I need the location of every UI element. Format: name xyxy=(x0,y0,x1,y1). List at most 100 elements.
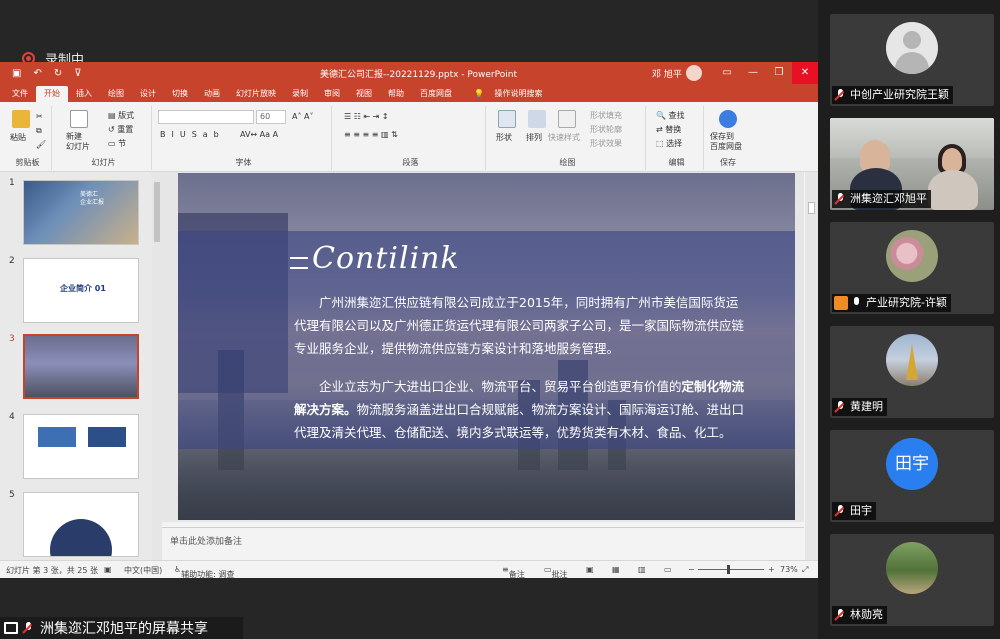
find-button[interactable]: 🔍 查找 xyxy=(656,110,685,121)
person-body xyxy=(928,170,978,210)
accessibility-status[interactable]: ♿ 辅助功能: 调查 xyxy=(174,565,234,579)
tab-view[interactable]: 视图 xyxy=(348,86,380,102)
tab-animations[interactable]: 动画 xyxy=(196,86,228,102)
maximize-icon[interactable]: ❐ xyxy=(766,62,792,84)
slideshow-view-icon[interactable]: ▭ xyxy=(664,565,672,574)
quick-access-toolbar: ▣ ↶ ↻ ⊽ xyxy=(0,68,82,79)
document-title: 美德汇公司汇报--20221129.pptx - PowerPoint xyxy=(320,70,517,80)
participant-tile[interactable]: 中创产业研究院王颖 xyxy=(830,14,994,106)
shapes-button[interactable]: 形状 xyxy=(496,132,512,143)
comments-toggle[interactable]: ▭ 批注 xyxy=(544,565,568,579)
tab-file[interactable]: 文件 xyxy=(4,86,36,102)
quick-style-button[interactable]: 快速样式 xyxy=(548,132,580,143)
language-status[interactable]: 中文(中国) xyxy=(124,565,162,576)
tab-baidu[interactable]: 百度网盘 xyxy=(412,86,460,102)
save-to-baidu-button[interactable]: 保存到 百度网盘 xyxy=(710,132,742,152)
notes-placeholder: 单击此处添加备注 xyxy=(170,537,243,547)
tab-draw[interactable]: 绘图 xyxy=(100,86,132,102)
shapes-icon[interactable] xyxy=(498,110,516,128)
font-style-buttons[interactable]: BIUSab xyxy=(160,130,225,139)
slide-thumbnail-selected[interactable] xyxy=(23,334,139,399)
list-icons[interactable]: ☰ ☷ ⇤ ⇥ ↕ xyxy=(344,112,389,121)
customize-icon[interactable]: ⊽ xyxy=(74,68,81,79)
save-group: 保存到 百度网盘 保存 xyxy=(708,106,748,170)
tab-design[interactable]: 设计 xyxy=(132,86,164,102)
undo-icon[interactable]: ↶ xyxy=(33,68,41,79)
paste-button[interactable]: 粘贴 xyxy=(10,132,26,143)
notes-toggle[interactable]: ≡ 备注 xyxy=(502,565,525,579)
zoom-in-icon[interactable]: + xyxy=(768,565,775,574)
section-button[interactable]: ▭ 节 xyxy=(108,138,126,149)
baidu-cloud-icon[interactable] xyxy=(719,110,737,128)
save-icon[interactable]: ▣ xyxy=(12,68,21,79)
zoom-slider-thumb[interactable] xyxy=(727,565,730,574)
tab-slideshow[interactable]: 幻灯片放映 xyxy=(228,86,284,102)
section-label: 节 xyxy=(118,139,127,148)
shape-outline-button[interactable]: 形状轮廓 xyxy=(590,124,622,135)
zoom-slider[interactable] xyxy=(698,569,764,570)
tab-insert[interactable]: 插入 xyxy=(68,86,100,102)
scroll-thumb[interactable] xyxy=(808,202,815,214)
minimize-icon[interactable]: — xyxy=(740,62,766,84)
meeting-window: 录制中 ▣ ↶ ↻ ⊽ 美德汇公司汇报--20221129.pptx - Pow… xyxy=(0,0,1000,639)
normal-view-icon[interactable]: ▣ xyxy=(586,565,594,574)
slide-thumbnail[interactable]: 企业简介 01 xyxy=(23,258,139,323)
save-label: 保存 xyxy=(720,158,736,167)
current-slide[interactable]: Contilink 广州洲集迩汇供应链有限公司成立于2015年，同时拥有广州市美… xyxy=(178,173,795,520)
participant-tile[interactable]: 黄建明 xyxy=(830,326,994,418)
shape-fill-button[interactable]: 形状填充 xyxy=(590,110,622,121)
arrange-button[interactable]: 排列 xyxy=(526,132,542,143)
tab-review[interactable]: 审阅 xyxy=(316,86,348,102)
tab-transitions[interactable]: 切换 xyxy=(164,86,196,102)
new-slide-icon[interactable] xyxy=(70,110,88,128)
sorter-view-icon[interactable]: ▦ xyxy=(612,565,620,574)
shape-effect-button[interactable]: 形状效果 xyxy=(590,138,622,149)
thumbnails-scrollbar[interactable] xyxy=(152,172,162,560)
spellcheck-icon[interactable]: ▣ xyxy=(104,565,112,574)
slide-thumbnail[interactable] xyxy=(23,414,139,479)
grow-font-icon[interactable]: A˄ A˅ xyxy=(292,112,314,121)
new-slide-button[interactable]: 新建 幻灯片 xyxy=(66,132,90,152)
paste-icon[interactable] xyxy=(12,110,30,128)
participant-tile[interactable]: 洲集迩汇邓旭平 xyxy=(830,118,994,210)
signed-in-user[interactable]: 邓 旭平 xyxy=(652,67,682,80)
slide-thumbnail[interactable]: 美德汇 企业汇报 xyxy=(23,180,139,245)
layout-button[interactable]: ▤ 版式 xyxy=(108,110,134,121)
editor-scrollbar[interactable] xyxy=(805,172,818,560)
scroll-thumb[interactable] xyxy=(154,182,160,242)
tab-home[interactable]: 开始 xyxy=(36,86,68,102)
format-painter-icon[interactable]: 🖌 xyxy=(36,140,46,149)
thumb-caption: 企业简介 01 xyxy=(60,284,106,293)
tab-record[interactable]: 录制 xyxy=(284,86,316,102)
user-avatar[interactable] xyxy=(686,65,702,81)
font-name-field[interactable] xyxy=(158,110,254,124)
reading-view-icon[interactable]: ▥ xyxy=(638,565,646,574)
tell-me-search[interactable]: 💡 操作说明搜索 xyxy=(466,86,559,102)
notes-pane[interactable]: 单击此处添加备注 xyxy=(162,527,804,560)
participant-tile[interactable]: 田宇 田宇 xyxy=(830,430,994,522)
fit-slide-icon[interactable]: ⤢ xyxy=(802,565,808,575)
participant-name: 洲集迩汇邓旭平 xyxy=(850,192,927,205)
char-spacing-icon[interactable]: AV↔ Aa A xyxy=(240,130,278,139)
participant-tile[interactable]: 林勋亮 xyxy=(830,534,994,626)
align-icons[interactable]: ≡ ≡ ≡ ≡ ▥ ⇅ xyxy=(344,130,398,139)
quick-style-icon[interactable] xyxy=(558,110,576,128)
participant-tile[interactable]: 产业研究院-许颖 xyxy=(830,222,994,314)
slide-thumbnail[interactable] xyxy=(23,492,139,557)
redo-icon[interactable]: ↻ xyxy=(54,68,62,79)
font-size-field[interactable]: 60 xyxy=(256,110,286,124)
mic-muted-icon xyxy=(834,504,848,518)
replace-button[interactable]: ⇄ 替换 xyxy=(656,124,681,135)
reset-button[interactable]: ↺ 重置 xyxy=(108,124,133,135)
select-button[interactable]: ⬚ 选择 xyxy=(656,138,682,149)
zoom-level[interactable]: 73% xyxy=(780,565,798,574)
arrange-icon[interactable] xyxy=(528,110,546,128)
copy-icon[interactable]: ⧉ xyxy=(36,126,42,136)
close-icon[interactable]: ✕ xyxy=(792,62,818,84)
zoom-out-icon[interactable]: − xyxy=(688,565,695,574)
tab-help[interactable]: 帮助 xyxy=(380,86,412,102)
ribbon-display-icon[interactable]: ▭ xyxy=(714,62,740,84)
cut-icon[interactable]: ✂ xyxy=(36,112,43,121)
editing-label: 编辑 xyxy=(668,158,685,167)
initials-avatar: 田宇 xyxy=(886,438,938,490)
